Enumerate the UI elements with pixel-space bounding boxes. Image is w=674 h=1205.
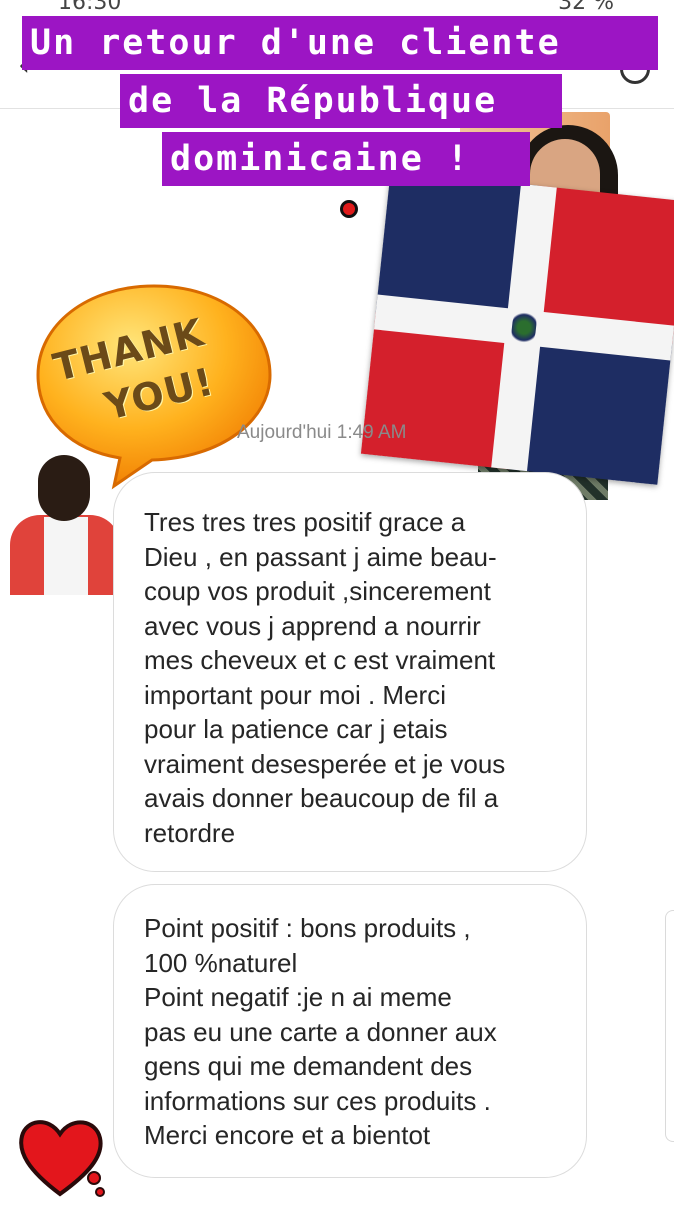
boy-shirt	[44, 517, 88, 595]
banner-line-2: de la République	[120, 74, 562, 128]
banner-line-3: dominicaine !	[162, 132, 530, 186]
heart-icon	[14, 1112, 110, 1200]
message-bubble[interactable]: Tres tres tres positif grace a Dieu , en…	[113, 472, 587, 872]
banner-line-1: Un retour d'une cliente	[22, 16, 658, 70]
boy-sticker	[10, 455, 122, 595]
dominican-flag-sticker	[360, 170, 674, 485]
message-bubble[interactable]: Point positif : bons produits , 100 %nat…	[113, 884, 587, 1178]
boy-head	[38, 455, 90, 521]
battery-level: 32 %	[558, 0, 614, 15]
status-time: 16:30	[58, 0, 122, 15]
scroll-handle[interactable]	[665, 910, 674, 1142]
message-text: Tres tres tres positif grace a Dieu , en…	[144, 507, 506, 848]
message-text: Point positif : bons produits , 100 %nat…	[144, 913, 497, 1150]
red-dot-sticker	[340, 200, 358, 218]
message-timestamp: Aujourd'hui 1:49 AM	[237, 422, 407, 443]
